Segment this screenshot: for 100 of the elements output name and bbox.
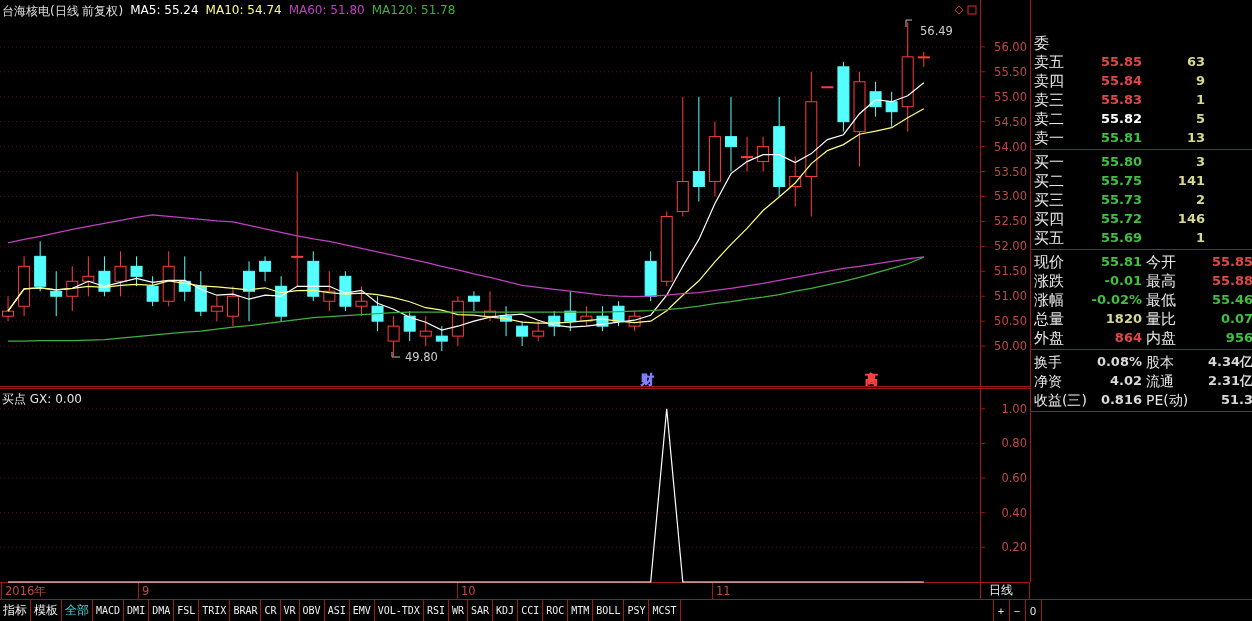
ask-volume: 9 xyxy=(1194,73,1205,88)
candlestick xyxy=(82,255,95,297)
indicator-tab[interactable]: MTM xyxy=(568,600,594,621)
quote-label: 涨幅 xyxy=(1034,290,1065,309)
price-tick-label: 50.50 xyxy=(994,314,1027,329)
indicator-tab[interactable]: DMI xyxy=(124,600,150,621)
chart-title: 台海核电(日线 前复权) xyxy=(2,3,124,20)
indicator-tick-label: 1.00 xyxy=(1001,401,1027,416)
quote-value: 55.81 xyxy=(1099,254,1142,269)
candlestick xyxy=(114,250,127,297)
bid-volume: 1 xyxy=(1194,230,1205,245)
candlestick xyxy=(226,285,239,327)
date-axis-label: 2016年 xyxy=(5,584,47,598)
price-tick-label: 54.00 xyxy=(994,139,1027,154)
ask-volume: 13 xyxy=(1185,130,1205,145)
quote-value: 55.85 xyxy=(1210,254,1252,269)
quote-label: 卖五 xyxy=(1034,52,1065,71)
square-icon xyxy=(967,5,977,15)
date-axis-label: 11 xyxy=(716,584,731,598)
candlestick xyxy=(259,255,272,282)
candlestick xyxy=(467,290,480,312)
indicator-tick-label: 0.40 xyxy=(1001,505,1027,520)
ask-volume: 1 xyxy=(1194,92,1205,107)
quote-label: 内盘 xyxy=(1145,328,1177,347)
diamond-icon xyxy=(954,5,964,15)
bid-volume: 3 xyxy=(1194,154,1205,169)
quote-value: 0.08% xyxy=(1095,354,1142,369)
indicator-tab[interactable]: DMA xyxy=(149,600,175,621)
candlestick xyxy=(917,51,930,68)
candlestick xyxy=(210,295,223,322)
price-tick-label: 52.50 xyxy=(994,214,1027,229)
candlestick xyxy=(837,61,850,133)
candlestick xyxy=(98,255,111,297)
date-axis-label: 10 xyxy=(461,584,476,598)
bid-price: 55.75 xyxy=(1099,173,1142,188)
indicator-tab[interactable]: 指标 xyxy=(0,600,31,621)
quote-label: 卖三 xyxy=(1034,90,1065,109)
quote-value: -0.02% xyxy=(1090,292,1142,307)
indicator-tab[interactable]: TRIX xyxy=(199,600,231,621)
quote-value: 0.07 xyxy=(1219,311,1252,326)
moving-average-legend: MA10: 54.74 xyxy=(205,3,282,20)
ask-volume: 5 xyxy=(1194,111,1205,126)
quote-label: 股本 xyxy=(1145,352,1175,371)
candlestick xyxy=(612,300,625,327)
quote-value: -0.01 xyxy=(1103,273,1142,288)
candlestick xyxy=(532,320,545,342)
quote-label: 委 xyxy=(1034,33,1050,52)
candlestick xyxy=(596,305,609,332)
quote-label: 收益(三) xyxy=(1034,390,1086,409)
price-tick-label: 56.00 xyxy=(994,39,1027,54)
indicator-tab[interactable]: 全部 xyxy=(62,600,93,621)
candlestick xyxy=(435,325,448,352)
candlestick xyxy=(741,136,754,173)
ask-price: 55.85 xyxy=(1099,54,1142,69)
indicator-label: 买点 GX: 0.00 xyxy=(2,391,82,408)
candlestick xyxy=(387,315,400,357)
quote-label: 卖二 xyxy=(1034,109,1065,128)
indicator-tab[interactable]: MACD xyxy=(93,600,125,621)
indicator-tab[interactable]: MCST xyxy=(649,600,681,621)
candlestick xyxy=(757,136,770,173)
candlestick xyxy=(194,270,207,317)
candlestick xyxy=(243,260,255,322)
price-tick-label: 51.00 xyxy=(994,289,1027,304)
candlestick xyxy=(500,305,513,337)
price-tick-label: 53.00 xyxy=(994,189,1027,204)
candlestick xyxy=(66,265,79,312)
bid-volume: 146 xyxy=(1176,211,1205,226)
quote-label: 卖一 xyxy=(1034,128,1065,147)
moving-average-legend: MA120: 51.78 xyxy=(371,3,456,20)
quote-value: 51.3 xyxy=(1219,392,1252,407)
indicator-tab[interactable]: 模板 xyxy=(31,600,62,621)
quote-label: 最高 xyxy=(1145,271,1177,290)
candlestick xyxy=(548,310,561,337)
candlestick xyxy=(339,270,352,312)
candlestick xyxy=(403,310,416,342)
ask-price: 55.83 xyxy=(1099,92,1142,107)
candlestick xyxy=(18,255,31,317)
price-tick-label: 51.50 xyxy=(994,264,1027,279)
price-tick-label: 50.00 xyxy=(994,339,1027,354)
candlestick xyxy=(644,250,657,302)
quote-label: 最低 xyxy=(1145,290,1177,309)
indicator-tab[interactable]: CCI xyxy=(518,600,544,621)
price-tick-label: 55.50 xyxy=(994,64,1027,79)
quote-label: 外盘 xyxy=(1034,328,1065,347)
indicator-tab[interactable]: ROC xyxy=(543,600,569,621)
indicator-tick-label: 0.80 xyxy=(1001,436,1027,451)
candlestick xyxy=(419,315,432,347)
price-tick-label: 52.00 xyxy=(994,239,1027,254)
ask-price: 55.81 xyxy=(1099,130,1142,145)
bid-price: 55.73 xyxy=(1099,192,1142,207)
bid-price: 55.72 xyxy=(1099,211,1142,226)
moving-average-legend: MA60: 51.80 xyxy=(288,3,365,20)
ask-price: 55.84 xyxy=(1099,73,1142,88)
candlestick xyxy=(789,156,802,207)
quote-label: 买二 xyxy=(1034,171,1065,190)
indicator-tab[interactable]: SAR xyxy=(468,600,494,621)
quote-label: 买三 xyxy=(1034,190,1065,209)
candlestick xyxy=(371,295,384,332)
candlestick xyxy=(323,270,336,312)
indicator-tab[interactable]: KDJ xyxy=(493,600,519,621)
